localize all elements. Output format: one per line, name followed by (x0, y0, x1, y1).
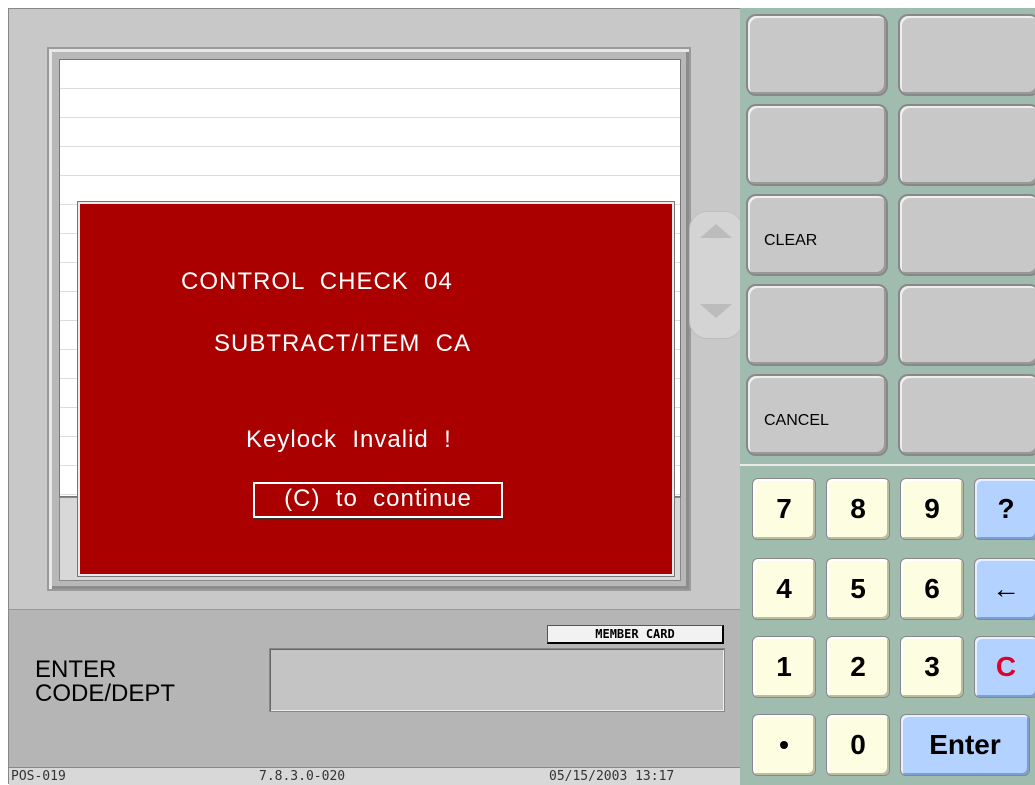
key-8[interactable]: 8 (826, 478, 890, 540)
status-bar: POS-019 7.8.3.0-020 05/15/2003 13:17 (9, 767, 741, 785)
pos-screen: MEMBER CARD ENTER CODE/DEPT POS-019 7.8.… (0, 0, 1035, 785)
key-2[interactable]: 2 (826, 636, 890, 698)
key-0[interactable]: 0 (826, 714, 890, 776)
key-6[interactable]: 6 (900, 558, 964, 620)
keypad-panel: CLEAR CANCEL 7 8 9 ? 4 5 6 ← 1 2 3 C • 0… (740, 8, 1035, 785)
function-key-6[interactable] (898, 194, 1035, 276)
terminal-id: POS-019 (11, 769, 66, 784)
list-scrollbar[interactable] (689, 211, 743, 339)
code-input[interactable] (269, 648, 725, 712)
scroll-down-icon[interactable] (700, 304, 732, 318)
dialog-message: Keylock Invalid ! (246, 426, 452, 453)
input-band: MEMBER CARD ENTER CODE/DEPT (9, 609, 741, 770)
cancel-button-label: CANCEL (764, 412, 829, 429)
enter-key[interactable]: Enter (900, 714, 1030, 776)
key-7[interactable]: 7 (752, 478, 816, 540)
key-3[interactable]: 3 (900, 636, 964, 698)
scroll-up-icon[interactable] (700, 224, 732, 238)
key-4[interactable]: 4 (752, 558, 816, 620)
backspace-arrow-icon[interactable]: ← (974, 558, 1035, 620)
key-5[interactable]: 5 (826, 558, 890, 620)
keypad-divider (740, 464, 1035, 466)
enter-code-label: ENTER CODE/DEPT (35, 656, 176, 707)
cancel-button[interactable]: CANCEL (746, 374, 888, 456)
member-card-button[interactable]: MEMBER CARD (547, 625, 724, 644)
function-key-4[interactable] (898, 104, 1035, 186)
continue-button[interactable]: (C) to continue (253, 482, 503, 518)
key-dot[interactable]: • (752, 714, 816, 776)
clear-key[interactable]: C (974, 636, 1035, 698)
function-key-7[interactable] (746, 284, 888, 366)
dialog-line-1: CONTROL CHECK 04 (181, 268, 453, 295)
function-key-3[interactable] (746, 104, 888, 186)
help-key[interactable]: ? (974, 478, 1035, 540)
key-9[interactable]: 9 (900, 478, 964, 540)
datetime-text: 05/15/2003 13:17 (549, 769, 675, 784)
function-key-8[interactable] (898, 284, 1035, 366)
error-dialog: CONTROL CHECK 04 SUBTRACT/ITEM CA Keyloc… (78, 202, 674, 576)
clear-button[interactable]: CLEAR (746, 194, 888, 276)
key-1[interactable]: 1 (752, 636, 816, 698)
function-key-1[interactable] (746, 14, 888, 96)
function-key-2[interactable] (898, 14, 1035, 96)
function-key-10[interactable] (898, 374, 1035, 456)
clear-button-label: CLEAR (764, 232, 818, 249)
version-text: 7.8.3.0-020 (259, 769, 346, 784)
dialog-line-2: SUBTRACT/ITEM CA (214, 330, 472, 357)
